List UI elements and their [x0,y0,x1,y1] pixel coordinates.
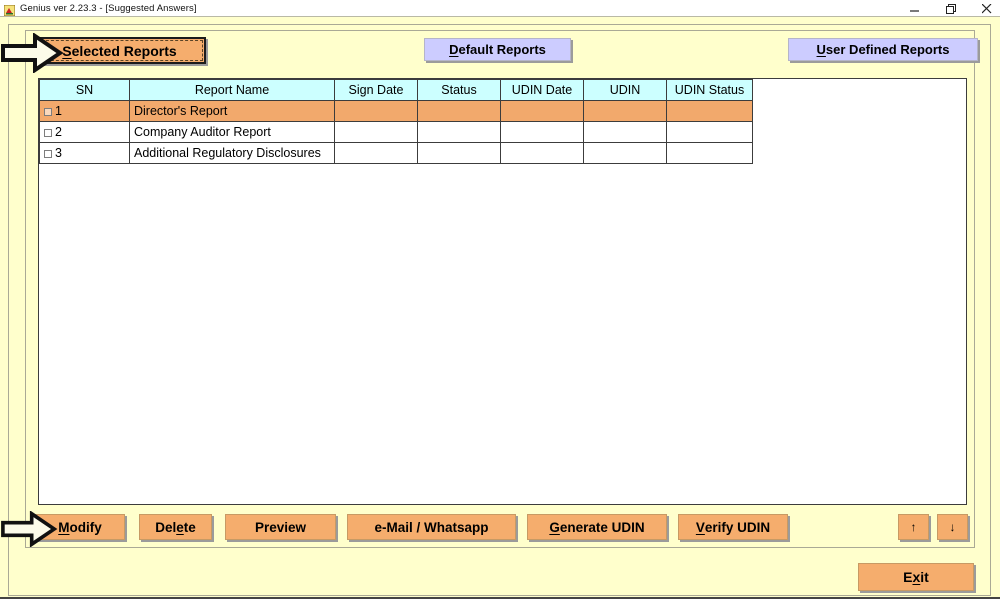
table-row[interactable]: 2Company Auditor Report [40,122,753,143]
report-table-header: SNReport NameSign DateStatusUDIN DateUDI… [40,80,753,101]
table-cell [418,143,501,164]
exit-button[interactable]: Exit [858,563,974,591]
selected-reports-button[interactable]: Selected Reports [33,37,206,64]
table-cell [667,143,753,164]
title-bar: Genius ver 2.23.3 - [Suggested Answers] [0,0,1000,17]
table-cell [501,122,584,143]
table-cell [418,122,501,143]
table-cell [667,101,753,122]
move-down-button[interactable]: ↓ [937,514,968,540]
default-reports-button[interactable]: Default Reports [424,38,571,61]
table-cell [584,143,667,164]
table-row[interactable]: 3Additional Regulatory Disclosures [40,143,753,164]
column-header: UDIN Date [501,80,584,101]
verify-udin-button[interactable]: Verify UDIN [678,514,788,540]
column-header: Sign Date [335,80,418,101]
close-icon[interactable] [980,2,994,16]
email-whatsapp-button[interactable]: e-Mail / Whatsapp [347,514,516,540]
report-name-cell: Additional Regulatory Disclosures [130,143,335,164]
report-table-body: 1Director's Report2Company Auditor Repor… [40,101,753,164]
move-up-button[interactable]: ↑ [898,514,929,540]
arrow-down-icon: ↓ [950,520,956,534]
report-list-panel: SNReport NameSign DateStatusUDIN DateUDI… [38,78,967,505]
row-checkbox[interactable] [44,150,52,158]
table-cell [501,101,584,122]
column-header: SN [40,80,130,101]
arrow-up-icon: ↑ [911,520,917,534]
restore-icon[interactable] [944,2,958,16]
table-cell [667,122,753,143]
column-header: UDIN Status [667,80,753,101]
table-cell [584,122,667,143]
app-window: Genius ver 2.23.3 - [Suggested Answers] … [0,0,1000,599]
user-defined-reports-button[interactable]: User Defined Reports [788,38,978,61]
table-cell [584,101,667,122]
table-cell [335,122,418,143]
report-name-cell: Director's Report [130,101,335,122]
column-header: UDIN [584,80,667,101]
delete-button[interactable]: Delete [139,514,212,540]
column-header: Status [418,80,501,101]
modify-button[interactable]: Modify [35,514,125,540]
table-row[interactable]: 1Director's Report [40,101,753,122]
window-controls [908,0,994,17]
app-icon [4,3,15,14]
table-cell [335,143,418,164]
row-checkbox[interactable] [44,129,52,137]
table-cell [335,101,418,122]
column-header: Report Name [130,80,335,101]
report-table: SNReport NameSign DateStatusUDIN DateUDI… [39,79,753,164]
minimize-icon[interactable] [908,2,922,16]
report-name-cell: Company Auditor Report [130,122,335,143]
table-cell [418,101,501,122]
row-checkbox[interactable] [44,108,52,116]
window-title: Genius ver 2.23.3 - [Suggested Answers] [20,3,197,14]
preview-button[interactable]: Preview [225,514,336,540]
generate-udin-button[interactable]: Generate UDIN [527,514,667,540]
table-cell [501,143,584,164]
